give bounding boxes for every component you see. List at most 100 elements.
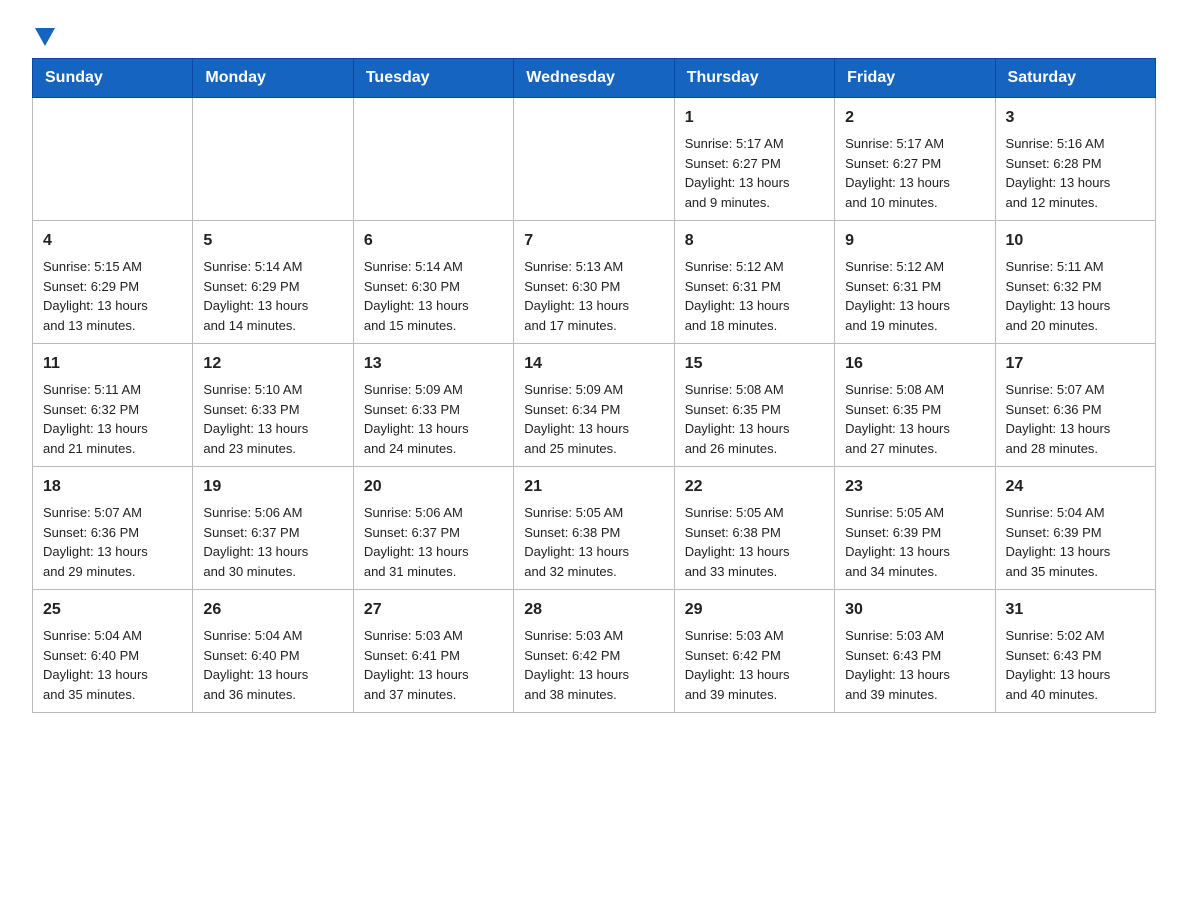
day-number: 29 [685, 598, 824, 622]
day-number: 15 [685, 352, 824, 376]
weekday-header-tuesday: Tuesday [353, 59, 513, 98]
day-number: 2 [845, 106, 984, 130]
calendar-cell: 12 Sunrise: 5:10 AM Sunset: 6:33 PM Dayli… [193, 344, 353, 467]
calendar-week-3: 11 Sunrise: 5:11 AM Sunset: 6:32 PM Dayli… [33, 344, 1156, 467]
calendar-cell: 23 Sunrise: 5:05 AM Sunset: 6:39 PM Dayli… [835, 467, 995, 590]
day-number: 1 [685, 106, 824, 130]
calendar-cell: 19 Sunrise: 5:06 AM Sunset: 6:37 PM Dayli… [193, 467, 353, 590]
sun-info: Sunrise: 5:03 AM Sunset: 6:42 PM Dayligh… [524, 626, 663, 704]
day-number: 31 [1006, 598, 1145, 622]
calendar-cell: 22 Sunrise: 5:05 AM Sunset: 6:38 PM Dayli… [674, 467, 834, 590]
calendar-cell [193, 98, 353, 221]
day-number: 24 [1006, 475, 1145, 499]
calendar-cell: 3 Sunrise: 5:16 AM Sunset: 6:28 PM Daylig… [995, 98, 1155, 221]
sun-info: Sunrise: 5:02 AM Sunset: 6:43 PM Dayligh… [1006, 626, 1145, 704]
calendar-cell: 28 Sunrise: 5:03 AM Sunset: 6:42 PM Dayli… [514, 590, 674, 713]
calendar-cell: 30 Sunrise: 5:03 AM Sunset: 6:43 PM Dayli… [835, 590, 995, 713]
weekday-header-thursday: Thursday [674, 59, 834, 98]
day-number: 22 [685, 475, 824, 499]
day-number: 27 [364, 598, 503, 622]
sun-info: Sunrise: 5:11 AM Sunset: 6:32 PM Dayligh… [1006, 257, 1145, 335]
sun-info: Sunrise: 5:09 AM Sunset: 6:34 PM Dayligh… [524, 380, 663, 458]
sun-info: Sunrise: 5:07 AM Sunset: 6:36 PM Dayligh… [43, 503, 182, 581]
calendar-cell [353, 98, 513, 221]
calendar-cell: 24Sunrise: 5:04 AM Sunset: 6:39 PM Dayli… [995, 467, 1155, 590]
weekday-header-saturday: Saturday [995, 59, 1155, 98]
calendar-cell: 16 Sunrise: 5:08 AM Sunset: 6:35 PM Dayli… [835, 344, 995, 467]
sun-info: Sunrise: 5:17 AM Sunset: 6:27 PM Dayligh… [845, 134, 984, 212]
sun-info: Sunrise: 5:03 AM Sunset: 6:43 PM Dayligh… [845, 626, 984, 704]
sun-info: Sunrise: 5:14 AM Sunset: 6:29 PM Dayligh… [203, 257, 342, 335]
sun-info: Sunrise: 5:04 AM Sunset: 6:40 PM Dayligh… [43, 626, 182, 704]
sun-info: Sunrise: 5:16 AM Sunset: 6:28 PM Dayligh… [1006, 134, 1145, 212]
weekday-header-monday: Monday [193, 59, 353, 98]
calendar-cell [514, 98, 674, 221]
day-number: 7 [524, 229, 663, 253]
logo-arrow-icon [35, 28, 55, 46]
sun-info: Sunrise: 5:06 AM Sunset: 6:37 PM Dayligh… [203, 503, 342, 581]
day-number: 18 [43, 475, 182, 499]
day-number: 12 [203, 352, 342, 376]
sun-info: Sunrise: 5:08 AM Sunset: 6:35 PM Dayligh… [685, 380, 824, 458]
page-header [32, 24, 1156, 42]
day-number: 3 [1006, 106, 1145, 130]
sun-info: Sunrise: 5:05 AM Sunset: 6:39 PM Dayligh… [845, 503, 984, 581]
calendar-cell: 14 Sunrise: 5:09 AM Sunset: 6:34 PM Dayli… [514, 344, 674, 467]
calendar-cell: 29 Sunrise: 5:03 AM Sunset: 6:42 PM Dayli… [674, 590, 834, 713]
day-number: 17 [1006, 352, 1145, 376]
day-number: 25 [43, 598, 182, 622]
calendar-cell: 31 Sunrise: 5:02 AM Sunset: 6:43 PM Dayli… [995, 590, 1155, 713]
day-number: 16 [845, 352, 984, 376]
calendar-week-1: 1 Sunrise: 5:17 AM Sunset: 6:27 PM Daylig… [33, 98, 1156, 221]
sun-info: Sunrise: 5:03 AM Sunset: 6:42 PM Dayligh… [685, 626, 824, 704]
calendar-cell: 25 Sunrise: 5:04 AM Sunset: 6:40 PM Dayli… [33, 590, 193, 713]
sun-info: Sunrise: 5:14 AM Sunset: 6:30 PM Dayligh… [364, 257, 503, 335]
day-number: 28 [524, 598, 663, 622]
day-number: 4 [43, 229, 182, 253]
sun-info: Sunrise: 5:06 AM Sunset: 6:37 PM Dayligh… [364, 503, 503, 581]
calendar-cell: 8 Sunrise: 5:12 AM Sunset: 6:31 PM Daylig… [674, 221, 834, 344]
day-number: 9 [845, 229, 984, 253]
calendar-cell: 20 Sunrise: 5:06 AM Sunset: 6:37 PM Dayli… [353, 467, 513, 590]
day-number: 30 [845, 598, 984, 622]
day-number: 19 [203, 475, 342, 499]
calendar-cell: 13Sunrise: 5:09 AM Sunset: 6:33 PM Dayli… [353, 344, 513, 467]
day-number: 14 [524, 352, 663, 376]
day-number: 20 [364, 475, 503, 499]
day-number: 23 [845, 475, 984, 499]
sun-info: Sunrise: 5:11 AM Sunset: 6:32 PM Dayligh… [43, 380, 182, 458]
weekday-header-row: SundayMondayTuesdayWednesdayThursdayFrid… [33, 59, 1156, 98]
sun-info: Sunrise: 5:05 AM Sunset: 6:38 PM Dayligh… [524, 503, 663, 581]
calendar-cell: 27 Sunrise: 5:03 AM Sunset: 6:41 PM Dayli… [353, 590, 513, 713]
sun-info: Sunrise: 5:09 AM Sunset: 6:33 PM Dayligh… [364, 380, 503, 458]
sun-info: Sunrise: 5:12 AM Sunset: 6:31 PM Dayligh… [685, 257, 824, 335]
calendar-cell: 18 Sunrise: 5:07 AM Sunset: 6:36 PM Dayli… [33, 467, 193, 590]
weekday-header-friday: Friday [835, 59, 995, 98]
day-number: 8 [685, 229, 824, 253]
sun-info: Sunrise: 5:03 AM Sunset: 6:41 PM Dayligh… [364, 626, 503, 704]
sun-info: Sunrise: 5:13 AM Sunset: 6:30 PM Dayligh… [524, 257, 663, 335]
day-number: 5 [203, 229, 342, 253]
calendar-week-2: 4Sunrise: 5:15 AM Sunset: 6:29 PM Daylig… [33, 221, 1156, 344]
logo [32, 24, 55, 42]
day-number: 10 [1006, 229, 1145, 253]
day-number: 11 [43, 352, 182, 376]
calendar-cell: 15 Sunrise: 5:08 AM Sunset: 6:35 PM Dayli… [674, 344, 834, 467]
sun-info: Sunrise: 5:05 AM Sunset: 6:38 PM Dayligh… [685, 503, 824, 581]
calendar-cell: 7 Sunrise: 5:13 AM Sunset: 6:30 PM Daylig… [514, 221, 674, 344]
sun-info: Sunrise: 5:04 AM Sunset: 6:40 PM Dayligh… [203, 626, 342, 704]
day-number: 26 [203, 598, 342, 622]
calendar-cell: 9Sunrise: 5:12 AM Sunset: 6:31 PM Daylig… [835, 221, 995, 344]
weekday-header-wednesday: Wednesday [514, 59, 674, 98]
calendar-week-4: 18 Sunrise: 5:07 AM Sunset: 6:36 PM Dayli… [33, 467, 1156, 590]
sun-info: Sunrise: 5:08 AM Sunset: 6:35 PM Dayligh… [845, 380, 984, 458]
sun-info: Sunrise: 5:17 AM Sunset: 6:27 PM Dayligh… [685, 134, 824, 212]
calendar-cell: 2 Sunrise: 5:17 AM Sunset: 6:27 PM Daylig… [835, 98, 995, 221]
calendar-cell [33, 98, 193, 221]
calendar-cell: 26 Sunrise: 5:04 AM Sunset: 6:40 PM Dayli… [193, 590, 353, 713]
calendar-cell: 10 Sunrise: 5:11 AM Sunset: 6:32 PM Dayli… [995, 221, 1155, 344]
calendar-week-5: 25 Sunrise: 5:04 AM Sunset: 6:40 PM Dayli… [33, 590, 1156, 713]
day-number: 6 [364, 229, 503, 253]
calendar-cell: 17Sunrise: 5:07 AM Sunset: 6:36 PM Dayli… [995, 344, 1155, 467]
sun-info: Sunrise: 5:10 AM Sunset: 6:33 PM Dayligh… [203, 380, 342, 458]
